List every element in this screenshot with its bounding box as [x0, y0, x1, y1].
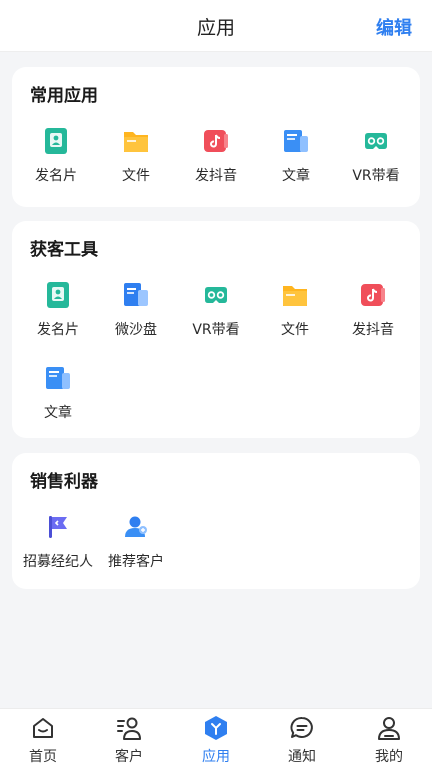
- bottom-tab-bar: 首页 客户 应用 通知 我的: [0, 708, 432, 768]
- app-tile-sandbox[interactable]: 微沙盘: [96, 281, 176, 345]
- article-icon: [46, 367, 70, 389]
- section-sales-tools: 销售利器 招募经纪人 推荐客户: [12, 453, 420, 589]
- vr-headset-icon: [365, 133, 387, 149]
- profile-icon: [378, 717, 400, 740]
- sandbox-icon: [124, 283, 148, 306]
- app-tile-article[interactable]: 文章: [18, 364, 98, 428]
- section-heading: 常用应用: [30, 86, 98, 106]
- vr-headset-icon: [205, 287, 227, 303]
- business-card-icon: [47, 282, 69, 308]
- tab-apps[interactable]: 应用: [173, 709, 259, 768]
- app-tile-label: 文章: [44, 405, 72, 421]
- customers-icon: [117, 717, 141, 740]
- app-tile-label: VR带看: [352, 168, 400, 184]
- page-title: 应用: [196, 17, 235, 39]
- tab-profile[interactable]: 我的: [346, 709, 432, 768]
- tab-customers[interactable]: 客户: [86, 709, 172, 768]
- home-icon: [33, 718, 53, 738]
- tab-label: 通知: [288, 749, 316, 765]
- top-bar: 应用 编辑: [0, 0, 432, 52]
- app-tile-recommend-customer[interactable]: 推荐客户: [96, 513, 176, 577]
- app-tile-douyin[interactable]: 发抖音: [333, 281, 413, 345]
- app-tile-file[interactable]: 文件: [96, 127, 176, 191]
- section-heading: 销售利器: [30, 472, 98, 492]
- app-tile-article[interactable]: 文章: [256, 127, 336, 191]
- article-icon: [284, 130, 308, 152]
- section-acquisition-tools: 获客工具 发名片 微沙盘 VR带看 文件 发抖音 文章: [12, 221, 420, 438]
- section-heading: 获客工具: [30, 240, 98, 260]
- section-common-apps: 常用应用 发名片 文件 发抖音 文章 VR带看: [12, 67, 420, 207]
- business-card-icon: [45, 128, 67, 154]
- folder-icon: [283, 286, 307, 306]
- tab-home[interactable]: 首页: [0, 709, 86, 768]
- app-tile-business-card[interactable]: 发名片: [16, 127, 96, 191]
- folder-icon: [124, 132, 148, 152]
- app-tile-label: 发抖音: [352, 322, 394, 338]
- apps-icon: [205, 716, 227, 740]
- tab-label: 首页: [29, 749, 57, 765]
- app-tile-label: 推荐客户: [108, 554, 164, 570]
- chat-bubble-icon: [290, 717, 313, 738]
- recruit-flag-icon: [49, 516, 67, 538]
- tab-label: 客户: [115, 749, 143, 765]
- douyin-icon: [204, 130, 228, 152]
- tab-label: 应用: [202, 749, 230, 765]
- recommend-customer-icon: [125, 516, 147, 537]
- app-tile-douyin[interactable]: 发抖音: [176, 127, 256, 191]
- tab-label: 我的: [375, 749, 403, 765]
- tab-notifications[interactable]: 通知: [259, 709, 345, 768]
- edit-button[interactable]: 编辑: [376, 14, 412, 40]
- app-tile-vr-tour[interactable]: VR带看: [336, 127, 416, 191]
- app-tile-vr-tour[interactable]: VR带看: [176, 281, 256, 345]
- douyin-icon: [361, 284, 385, 306]
